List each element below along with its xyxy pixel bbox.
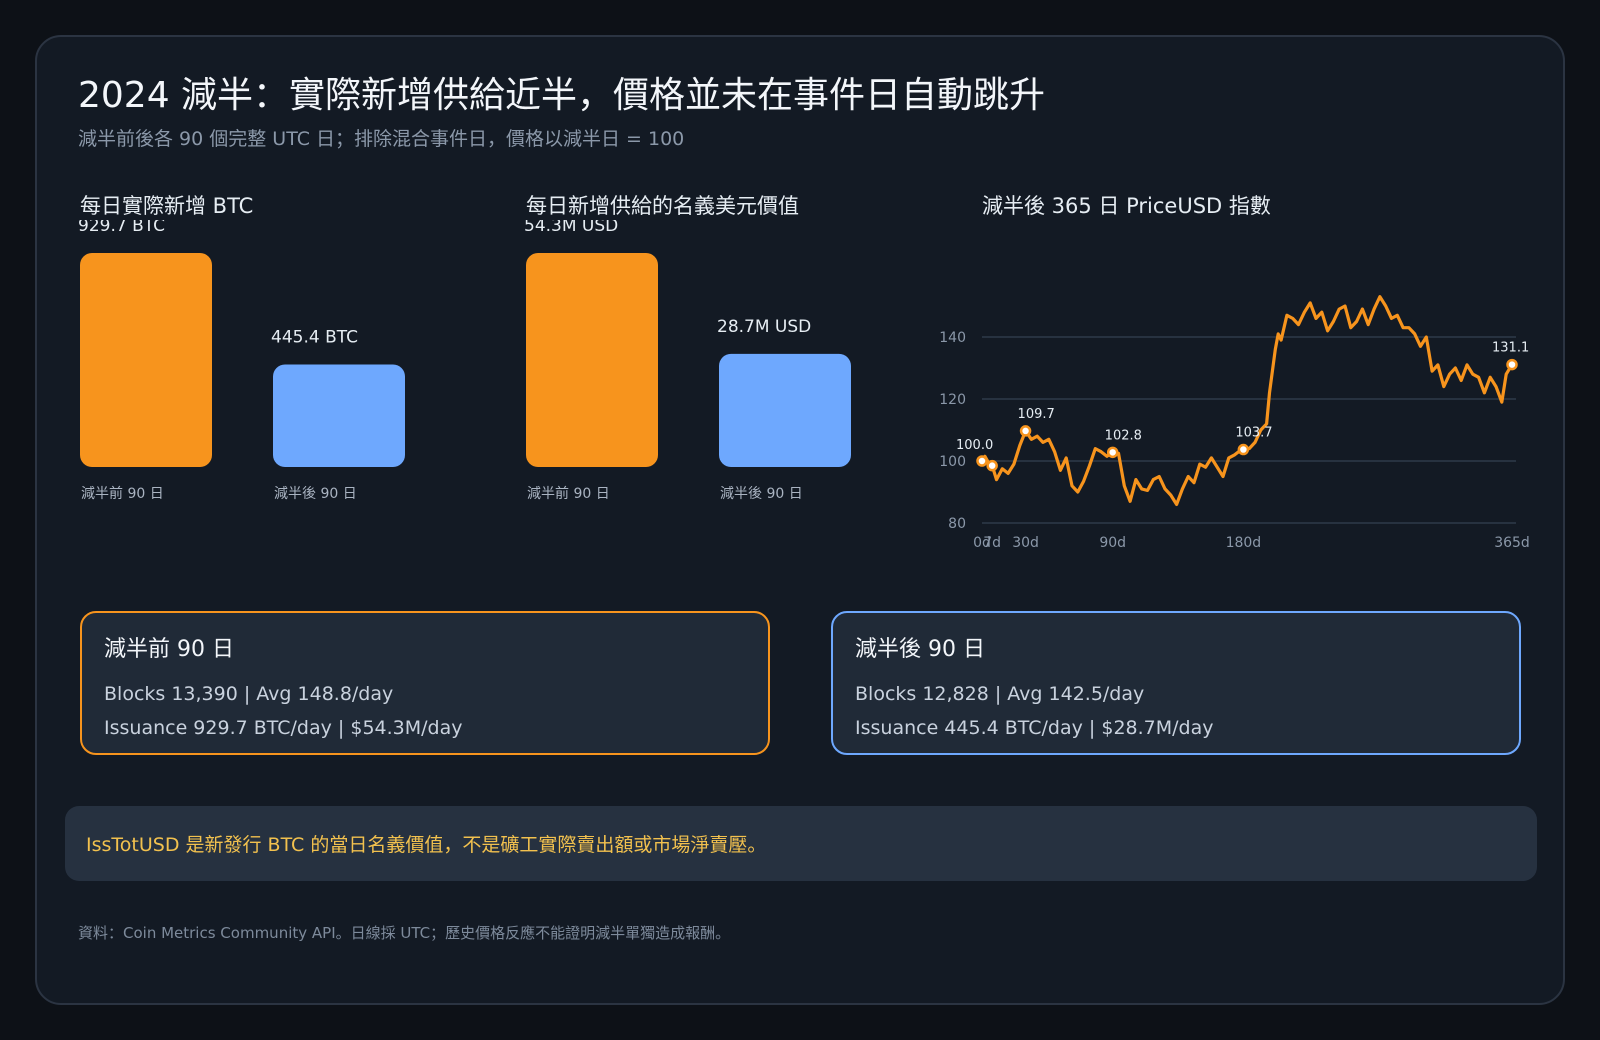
annotation-marker-4 <box>1106 446 1119 459</box>
page-subtitle: 減半前後各 90 個完整 UTC 日；排除混合事件日，價格以減半日 = 100 <box>78 128 685 150</box>
btc-bar-1 <box>80 253 212 467</box>
pre-summary-heading: 減半前 90 日 <box>104 637 234 662</box>
x-tick-90d: 90d <box>1099 535 1126 551</box>
usd-bar-1 <box>526 253 658 467</box>
pre-halving-summary: 減半前 90 日 Blocks 13,390 | Avg 148.8/day I… <box>80 611 770 755</box>
y-tick-140: 140 <box>939 330 966 346</box>
y-tick-100: 100 <box>939 454 966 470</box>
issuance-note: IssTotUSD 是新發行 BTC 的當日名義價值，不是礦工實際賣出額或市場淨… <box>65 806 1537 881</box>
annotation-marker-6 <box>1506 358 1518 371</box>
btc-bar-2 <box>273 364 405 467</box>
usd-category-2: 減半後 90 日 <box>720 485 803 502</box>
usd-bar-label-1: 54.3M USD <box>524 220 618 236</box>
usd-panel-title: 每日新增供給的名義美元價值 <box>526 194 799 218</box>
y-tick-120: 120 <box>939 392 966 408</box>
x-tick-180d: 180d <box>1226 535 1262 551</box>
post-summary-heading: 減半後 90 日 <box>855 637 985 662</box>
price-index-line <box>980 295 1514 506</box>
price-panel-title: 減半後 365 日 PriceUSD 指數 <box>982 194 1271 218</box>
annotation-marker-2 <box>986 459 998 472</box>
annotation-marker-5 <box>1237 443 1250 456</box>
btc-bar-chart: 929.7 BTC 減半前 90 日 445.4 BTC 減半後 90 日 <box>78 220 405 502</box>
usd-bar-chart: 54.3M USD 減半前 90 日 28.7M USD 減半後 90 日 <box>524 220 851 502</box>
y-tick-80: 80 <box>948 516 966 532</box>
annotation-label-4: 102.8 <box>1105 428 1142 443</box>
btc-bar-label-2: 445.4 BTC <box>271 327 358 347</box>
x-tick-7d: 7d <box>983 535 1001 551</box>
post-summary-blocks: Blocks 12,828 | Avg 142.5/day <box>855 683 1145 705</box>
post-halving-summary: 減半後 90 日 Blocks 12,828 | Avg 142.5/day I… <box>831 611 1521 755</box>
annotation-label-3: 109.7 <box>1018 407 1055 422</box>
annotation-label-6: 131.1 <box>1492 341 1529 356</box>
pre-summary-blocks: Blocks 13,390 | Avg 148.8/day <box>104 683 394 705</box>
page-title: 2024 減半：實際新增供給近半，價格並未在事件日自動跳升 <box>78 75 1046 116</box>
btc-category-1: 減半前 90 日 <box>81 485 164 502</box>
pre-summary-issuance: Issuance 929.7 BTC/day | $54.3M/day <box>104 717 463 739</box>
btc-bar-label-1: 929.7 BTC <box>78 220 165 236</box>
post-summary-issuance: Issuance 445.4 BTC/day | $28.7M/day <box>855 717 1214 739</box>
usd-bar-label-2: 28.7M USD <box>717 317 811 337</box>
usd-bar-2 <box>719 353 851 467</box>
annotation-marker-1 <box>976 455 988 467</box>
annotation-label-5: 103.7 <box>1235 426 1272 441</box>
x-tick-30d: 30d <box>1012 535 1039 551</box>
x-tick-365d: 365d <box>1494 535 1530 551</box>
usd-category-1: 減半前 90 日 <box>527 485 610 502</box>
btc-panel-title: 每日實際新增 BTC <box>80 194 254 218</box>
source-footer: 資料：Coin Metrics Community API。日線採 UTC；歷史… <box>78 924 731 942</box>
annotation-marker-3 <box>1019 425 1032 437</box>
annotation-label-1: 100.0 <box>956 438 993 453</box>
btc-category-2: 減半後 90 日 <box>274 485 357 502</box>
price-index-line-chart: 801001201400d7d 30d 90d 180d 365d100.0109.71… <box>939 295 1530 551</box>
